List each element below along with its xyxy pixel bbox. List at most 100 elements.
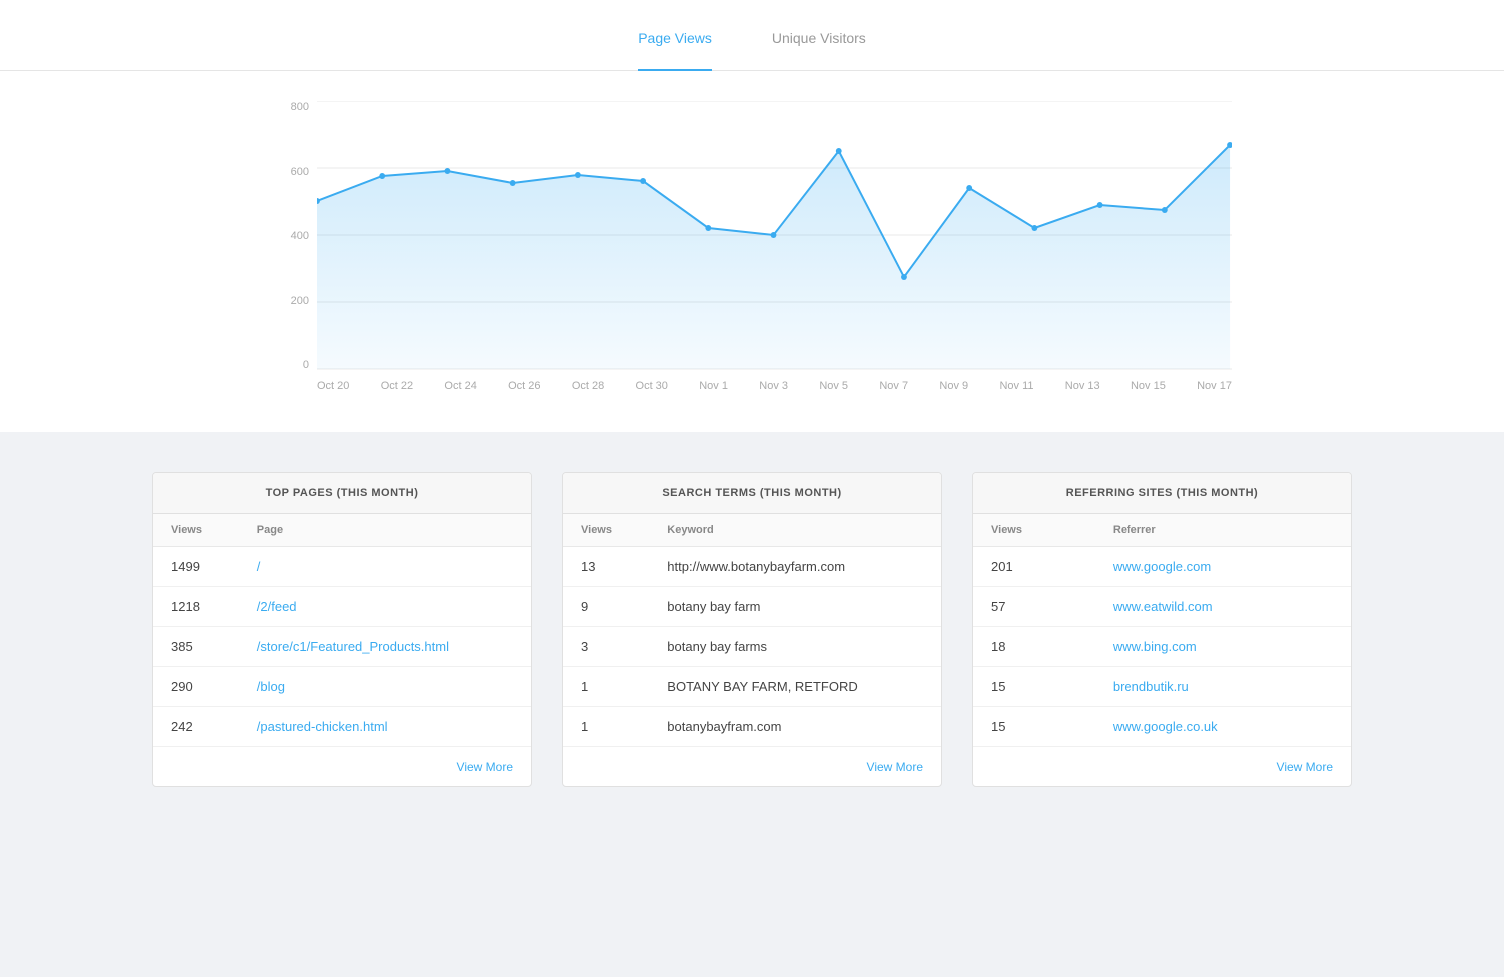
top-pages-views-4: 242 xyxy=(153,707,239,747)
tab-page-views[interactable]: Page Views xyxy=(638,30,712,58)
referrer-link-1: www.eatwild.com xyxy=(1113,599,1213,614)
referring-sites-row: 15 brendbutik.ru xyxy=(973,667,1351,707)
top-section: Page Views Unique Visitors 800 600 400 2… xyxy=(0,0,1504,432)
col-views-header-rs: Views xyxy=(973,514,1095,547)
top-pages-table: Views Page 1499 / 1218 /2/feed 385 /stor… xyxy=(153,514,531,746)
ref-views-4: 15 xyxy=(973,707,1095,747)
x-label-nov1: Nov 1 xyxy=(699,380,728,392)
top-pages-view-more[interactable]: View More xyxy=(457,760,513,774)
x-label-nov9: Nov 9 xyxy=(939,380,968,392)
search-terms-row: 1 BOTANY BAY FARM, RETFORD xyxy=(563,667,941,707)
col-views-header: Views xyxy=(153,514,239,547)
top-pages-row: 385 /store/c1/Featured_Products.html xyxy=(153,627,531,667)
y-label-600: 600 xyxy=(272,166,309,178)
search-views-0: 13 xyxy=(563,547,649,587)
col-page-header: Page xyxy=(239,514,531,547)
search-views-4: 1 xyxy=(563,707,649,747)
x-label-nov17: Nov 17 xyxy=(1197,380,1232,392)
page-link-4: /pastured-chicken.html xyxy=(257,719,388,734)
x-label-oct22: Oct 22 xyxy=(381,380,413,392)
referring-sites-table: Views Referrer 201 www.google.com 57 www… xyxy=(973,514,1351,746)
x-label-oct26: Oct 26 xyxy=(508,380,540,392)
referring-sites-card: REFERRING SITES (THIS MONTH) Views Refer… xyxy=(972,472,1352,787)
top-pages-footer: View More xyxy=(153,746,531,786)
ref-referrer-0[interactable]: www.google.com xyxy=(1095,547,1351,587)
page-link-0: / xyxy=(257,559,261,574)
x-label-oct28: Oct 28 xyxy=(572,380,604,392)
search-terms-view-more[interactable]: View More xyxy=(867,760,923,774)
top-pages-row: 290 /blog xyxy=(153,667,531,707)
search-terms-table: Views Keyword 13 http://www.botanybayfar… xyxy=(563,514,941,746)
top-pages-header: TOP PAGES (THIS MONTH) xyxy=(153,473,531,514)
ref-views-3: 15 xyxy=(973,667,1095,707)
x-label-oct30: Oct 30 xyxy=(636,380,668,392)
x-axis-labels: Oct 20 Oct 22 Oct 24 Oct 26 Oct 28 Oct 3… xyxy=(272,374,1232,392)
x-label-nov15: Nov 15 xyxy=(1131,380,1166,392)
referring-sites-view-more[interactable]: View More xyxy=(1277,760,1333,774)
top-pages-row: 242 /pastured-chicken.html xyxy=(153,707,531,747)
col-referrer-header: Referrer xyxy=(1095,514,1351,547)
top-pages-page-0[interactable]: / xyxy=(239,547,531,587)
x-label-nov7: Nov 7 xyxy=(879,380,908,392)
ref-views-1: 57 xyxy=(973,587,1095,627)
search-terms-row: 9 botany bay farm xyxy=(563,587,941,627)
ref-referrer-4[interactable]: www.google.co.uk xyxy=(1095,707,1351,747)
search-terms-row: 1 botanybayfram.com xyxy=(563,707,941,747)
referring-sites-row: 57 www.eatwild.com xyxy=(973,587,1351,627)
col-keyword-header: Keyword xyxy=(649,514,941,547)
y-label-0: 0 xyxy=(272,359,309,371)
referring-sites-row: 15 www.google.co.uk xyxy=(973,707,1351,747)
referring-sites-row: 18 www.bing.com xyxy=(973,627,1351,667)
col-views-header-st: Views xyxy=(563,514,649,547)
ref-views-0: 201 xyxy=(973,547,1095,587)
top-pages-views-1: 1218 xyxy=(153,587,239,627)
page-link-2: /store/c1/Featured_Products.html xyxy=(257,639,449,654)
search-terms-header: SEARCH TERMS (THIS MONTH) xyxy=(563,473,941,514)
y-label-200: 200 xyxy=(272,295,309,307)
top-pages-page-2[interactable]: /store/c1/Featured_Products.html xyxy=(239,627,531,667)
search-keyword-2: botany bay farms xyxy=(649,627,941,667)
search-keyword-1: botany bay farm xyxy=(649,587,941,627)
referrer-link-2: www.bing.com xyxy=(1113,639,1197,654)
ref-referrer-3[interactable]: brendbutik.ru xyxy=(1095,667,1351,707)
search-keyword-3: BOTANY BAY FARM, RETFORD xyxy=(649,667,941,707)
top-pages-views-2: 385 xyxy=(153,627,239,667)
y-label-400: 400 xyxy=(272,230,309,242)
ref-referrer-2[interactable]: www.bing.com xyxy=(1095,627,1351,667)
top-pages-page-4[interactable]: /pastured-chicken.html xyxy=(239,707,531,747)
referrer-link-3: brendbutik.ru xyxy=(1113,679,1189,694)
top-pages-views-3: 290 xyxy=(153,667,239,707)
chart-svg xyxy=(317,101,1232,371)
bottom-section: TOP PAGES (THIS MONTH) Views Page 1499 /… xyxy=(0,432,1504,827)
x-label-nov3: Nov 3 xyxy=(759,380,788,392)
top-pages-row: 1218 /2/feed xyxy=(153,587,531,627)
top-pages-page-1[interactable]: /2/feed xyxy=(239,587,531,627)
x-label-nov11: Nov 11 xyxy=(999,380,1033,392)
tab-unique-visitors[interactable]: Unique Visitors xyxy=(772,30,866,58)
chart-container: 800 600 400 200 0 xyxy=(272,101,1232,392)
top-pages-card: TOP PAGES (THIS MONTH) Views Page 1499 /… xyxy=(152,472,532,787)
x-label-oct24: Oct 24 xyxy=(444,380,476,392)
search-views-1: 9 xyxy=(563,587,649,627)
referring-sites-row: 201 www.google.com xyxy=(973,547,1351,587)
search-keyword-0: http://www.botanybayfarm.com xyxy=(649,547,941,587)
search-views-2: 3 xyxy=(563,627,649,667)
referring-sites-header: REFERRING SITES (THIS MONTH) xyxy=(973,473,1351,514)
referrer-link-4: www.google.co.uk xyxy=(1113,719,1218,734)
ref-referrer-1[interactable]: www.eatwild.com xyxy=(1095,587,1351,627)
x-label-nov5: Nov 5 xyxy=(819,380,848,392)
top-pages-row: 1499 / xyxy=(153,547,531,587)
tabs: Page Views Unique Visitors xyxy=(0,30,1504,71)
x-label-oct20: Oct 20 xyxy=(317,380,349,392)
referring-sites-footer: View More xyxy=(973,746,1351,786)
ref-views-2: 18 xyxy=(973,627,1095,667)
page-link-1: /2/feed xyxy=(257,599,297,614)
x-label-nov13: Nov 13 xyxy=(1065,380,1100,392)
top-pages-views-0: 1499 xyxy=(153,547,239,587)
search-terms-row: 3 botany bay farms xyxy=(563,627,941,667)
referrer-link-0: www.google.com xyxy=(1113,559,1211,574)
top-pages-page-3[interactable]: /blog xyxy=(239,667,531,707)
search-terms-footer: View More xyxy=(563,746,941,786)
page-link-3: /blog xyxy=(257,679,285,694)
search-terms-card: SEARCH TERMS (THIS MONTH) Views Keyword … xyxy=(562,472,942,787)
